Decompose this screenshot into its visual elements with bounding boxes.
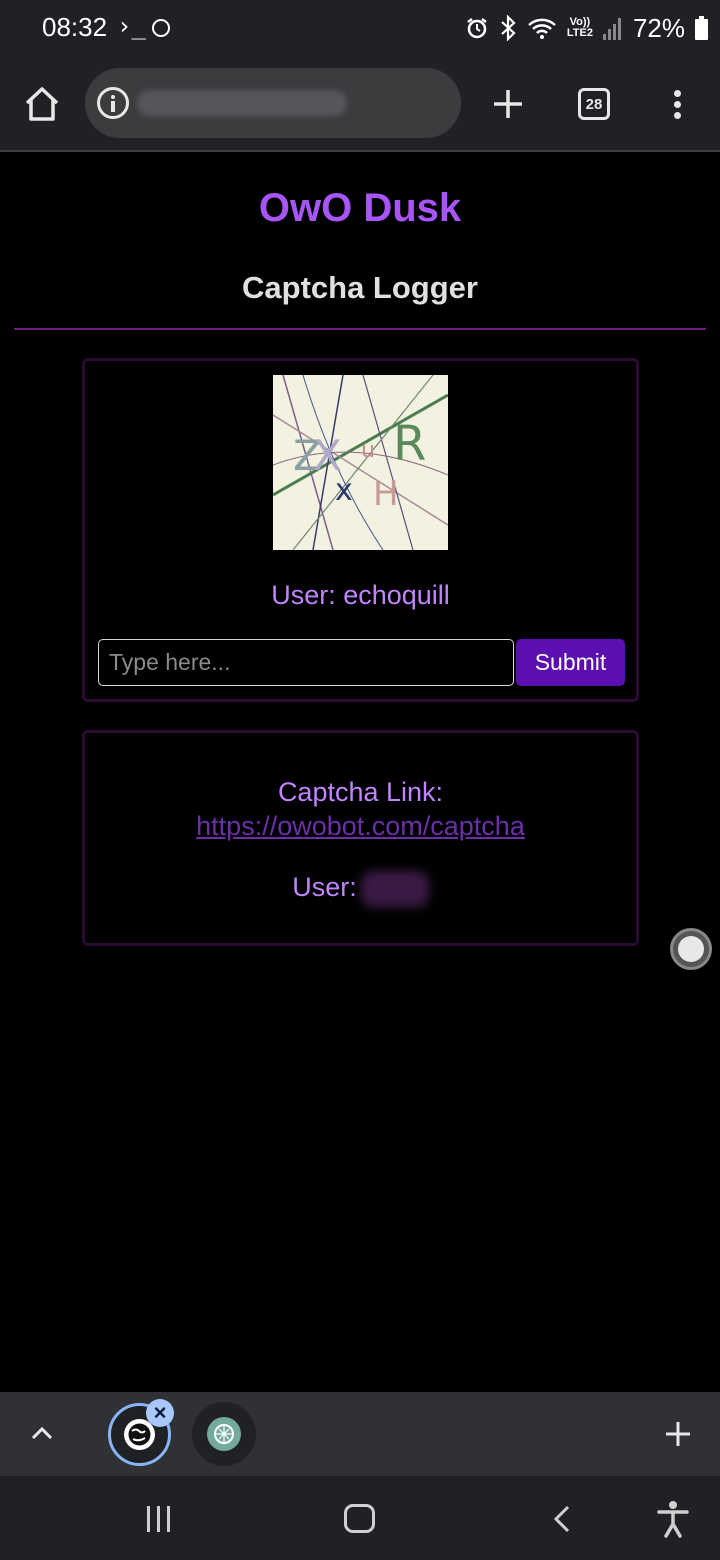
terminal-icon: ›_	[117, 12, 146, 40]
tab-group-strip: ×	[0, 1392, 720, 1476]
volte-indicator: Vo)) LTE2	[567, 17, 593, 39]
wifi-icon	[528, 18, 556, 39]
status-time: 08:32	[42, 12, 108, 42]
captcha-card: Z X x H u R User: echoquill Submit	[82, 358, 639, 702]
signal-icon	[602, 18, 621, 40]
accessibility-icon[interactable]	[656, 1500, 690, 1538]
new-tab-icon[interactable]	[488, 84, 528, 124]
chevron-up-icon[interactable]	[26, 1418, 58, 1450]
svg-text:R: R	[393, 416, 426, 472]
add-tab-icon[interactable]	[662, 1418, 694, 1450]
svg-text:u: u	[361, 438, 375, 463]
more-menu-icon[interactable]	[664, 84, 692, 124]
submit-button[interactable]: Submit	[516, 639, 625, 686]
info-icon[interactable]	[97, 87, 129, 119]
link-user-row: User:	[85, 871, 636, 907]
tab-chatgpt[interactable]	[192, 1402, 256, 1466]
bluetooth-icon	[501, 15, 516, 41]
captcha-user-label: User: echoquill	[271, 580, 450, 610]
alarm-icon	[467, 18, 487, 39]
volte-bottom-label: LTE2	[566, 27, 593, 39]
system-nav-bar	[0, 1476, 720, 1560]
redacted-url	[137, 90, 347, 116]
close-icon[interactable]: ×	[146, 1399, 174, 1427]
battery-percent: 72%	[632, 12, 685, 43]
floating-assistant-button[interactable]	[670, 928, 712, 970]
divider	[14, 328, 706, 330]
captcha-answer-input[interactable]	[98, 639, 514, 686]
captcha-link-label: Captcha Link:	[277, 777, 444, 807]
captcha-link-card: Captcha Link: https://owobot.com/captcha…	[82, 730, 639, 946]
tab-switcher-button[interactable]: 28	[578, 88, 610, 120]
home-icon[interactable]	[22, 84, 62, 124]
nav-home-icon[interactable]	[344, 1504, 375, 1533]
svg-text:x: x	[335, 473, 353, 508]
link-user-prefix: User:	[292, 872, 357, 903]
browser-toolbar: 28	[0, 56, 720, 152]
address-bar[interactable]	[85, 68, 461, 138]
status-bar: 08:32 ›_ Vo)) LTE2 72%	[0, 0, 720, 56]
back-icon[interactable]	[550, 1504, 574, 1534]
recent-apps-icon[interactable]	[145, 1506, 173, 1532]
svg-text:H: H	[373, 474, 399, 514]
status-right: Vo)) LTE2 72%	[465, 10, 708, 46]
notification-circle-icon	[152, 19, 170, 37]
chatgpt-icon	[207, 1417, 241, 1451]
page-heading: Captcha Logger	[242, 270, 478, 305]
captcha-link[interactable]: https://owobot.com/captcha	[85, 811, 636, 842]
redacted-username	[360, 871, 429, 907]
web-page: OwO Dusk Captcha Logger Z X x H u R User…	[0, 154, 720, 1392]
site-title: OwO Dusk	[258, 186, 462, 230]
battery-icon	[695, 16, 708, 40]
captcha-image: Z X x H u R	[273, 375, 448, 550]
